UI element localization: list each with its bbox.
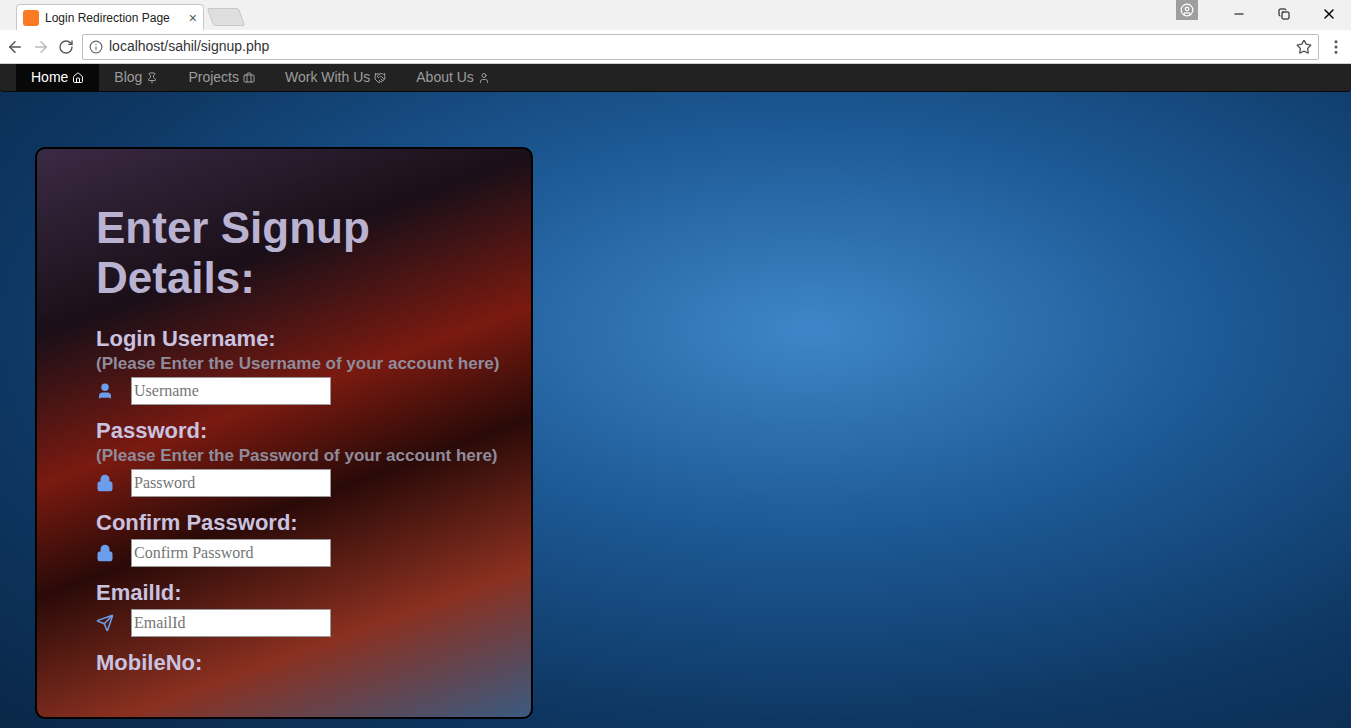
page: HomeBlogProjectsWork With UsAbout Us Ente… — [0, 64, 1351, 728]
profile-icon — [1180, 3, 1194, 17]
xampp-icon — [23, 10, 39, 26]
minimize-button[interactable] — [1216, 0, 1261, 28]
text-input[interactable] — [131, 609, 331, 637]
nav-item[interactable]: Projects — [173, 64, 270, 91]
lock-icon — [96, 544, 114, 562]
address-bar[interactable]: localhost/sahil/signup.php — [82, 34, 1319, 60]
profile-button[interactable] — [1176, 0, 1198, 20]
handshake-icon — [374, 72, 386, 84]
form-field: Password:(Please Enter the Password of y… — [96, 417, 521, 497]
field-hint: (Please Enter the Username of your accou… — [96, 353, 521, 375]
info-icon — [89, 40, 103, 54]
field-label: Password: — [96, 417, 521, 445]
forward-icon[interactable] — [32, 38, 50, 56]
nav-item[interactable]: Blog — [99, 64, 173, 91]
lock-icon — [96, 474, 114, 492]
menu-icon[interactable] — [1327, 38, 1345, 56]
user-icon — [478, 72, 490, 84]
briefcase-icon — [243, 72, 255, 84]
text-input[interactable] — [131, 469, 331, 497]
form-field: EmailId: — [96, 579, 521, 637]
reload-icon[interactable] — [58, 39, 74, 55]
field-label: Login Username: — [96, 325, 521, 353]
field-hint: (Please Enter the Password of your accou… — [96, 445, 521, 467]
browser-window: Login Redirection Page × localhost/sahil/s… — [0, 0, 1351, 728]
field-label: MobileNo: — [96, 649, 521, 677]
field-label: EmailId: — [96, 579, 521, 607]
address-text: localhost/sahil/signup.php — [109, 36, 1290, 57]
tab-close[interactable]: × — [189, 11, 197, 25]
close-icon — [1321, 6, 1337, 22]
form-field: Login Username:(Please Enter the Usernam… — [96, 325, 521, 405]
star-icon[interactable] — [1296, 39, 1312, 55]
close-button[interactable] — [1306, 0, 1351, 28]
form-field: MobileNo: — [96, 649, 521, 677]
nav-item[interactable]: Home — [16, 64, 99, 91]
nav-item[interactable]: About Us — [401, 64, 505, 91]
user-icon — [96, 382, 114, 400]
browser-tab[interactable]: Login Redirection Page × — [16, 4, 204, 30]
text-input[interactable] — [131, 539, 331, 567]
signup-card: Enter Signup Details:Login Username:(Ple… — [35, 147, 533, 719]
new-tab-button[interactable] — [207, 8, 246, 26]
form-field: Confirm Password: — [96, 509, 521, 567]
toolbar: localhost/sahil/signup.php — [0, 30, 1351, 64]
pin-icon — [146, 72, 158, 84]
navbar: HomeBlogProjectsWork With UsAbout Us — [0, 64, 1351, 92]
minimize-icon — [1232, 7, 1246, 21]
text-input[interactable] — [131, 377, 331, 405]
tab-title: Login Redirection Page — [45, 9, 183, 27]
form-heading: Enter Signup Details: — [96, 203, 416, 303]
field-label: Confirm Password: — [96, 509, 521, 537]
paper-plane-icon — [96, 614, 114, 632]
nav-item[interactable]: Work With Us — [270, 64, 401, 91]
back-icon[interactable] — [6, 38, 24, 56]
restore-button[interactable] — [1261, 0, 1306, 28]
home-icon — [72, 72, 84, 84]
tab-strip: Login Redirection Page × — [0, 0, 1351, 30]
restore-icon — [1278, 8, 1290, 20]
